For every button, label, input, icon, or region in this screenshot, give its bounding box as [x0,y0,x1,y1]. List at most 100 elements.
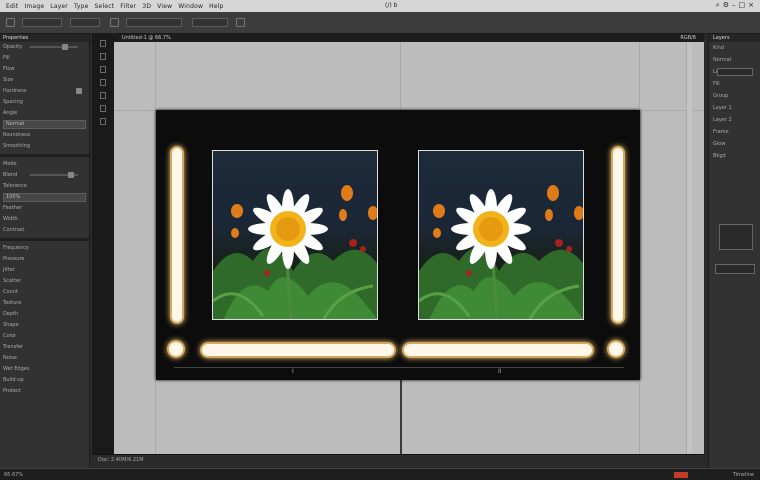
prop-row[interactable]: Flow [0,64,89,75]
document-canvas-area[interactable]: Untitled-1 @ 66.7% RGB/8 I II [114,34,704,454]
settings-icon[interactable]: ⚙ [723,1,729,10]
guide-line[interactable] [400,42,401,112]
menu-filter[interactable]: Filter [120,3,136,10]
prop-row[interactable]: Smoothing [0,141,89,152]
artboard-baseline [174,367,624,368]
prop-row[interactable]: Pressure [0,254,89,265]
prop-row[interactable]: Count [0,287,89,298]
layer-label: Kind [713,45,725,51]
menu-select[interactable]: Select [95,3,115,10]
menu-bar: Edit Image Layer Type Select Filter 3D V… [0,0,760,12]
prop-label: Texture [3,300,22,306]
slider-knob[interactable] [76,88,82,94]
prop-row[interactable]: Shape [0,320,89,331]
maximize-icon[interactable]: □ [739,1,746,10]
layer-label: Layer 2 [713,117,732,123]
document-tab[interactable]: Untitled-1 @ 66.7% [122,34,171,42]
layer-row[interactable]: Layer 2 [709,114,760,126]
menu-layer[interactable]: Layer [50,3,68,10]
document-mode-label: RGB/8 [680,35,696,41]
layer-row[interactable]: Group [709,90,760,102]
menu-window[interactable]: Window [178,3,203,10]
daisy-photo-left[interactable] [212,150,378,320]
prop-label: Size [3,77,14,83]
artboard-tick: II [498,368,502,375]
zoom-tool-icon[interactable] [100,118,106,125]
layer-row[interactable]: Fill [709,78,760,90]
search-icon[interactable]: ⌕ [716,1,720,10]
status-bar: 66.67% Timeline [0,468,760,480]
menu-help[interactable]: Help [209,3,223,10]
menu-3d[interactable]: 3D [142,3,151,10]
option-toggle-icon[interactable] [110,18,119,27]
menu-view[interactable]: View [157,3,172,10]
prop-row[interactable]: Roundness [0,130,89,141]
options-field-4[interactable] [192,18,228,27]
prop-row[interactable]: Texture [0,298,89,309]
layer-row[interactable]: Glow [709,138,760,150]
prop-label: Noise [3,355,17,361]
layer-row[interactable]: Frame [709,126,760,138]
prop-row[interactable]: Color [0,331,89,342]
prop-row[interactable]: Size [0,75,89,86]
artboard[interactable]: I II [156,110,640,380]
prop-row[interactable]: Jitter [0,265,89,276]
prop-row[interactable]: Transfer [0,342,89,353]
prop-row[interactable]: Fill [0,53,89,64]
prop-row[interactable]: Wet Edges [0,364,89,375]
move-tool-icon[interactable] [100,40,106,47]
slider-knob[interactable] [62,44,68,50]
document-info-text: Doc: 2.40M/6.21M [98,457,144,463]
record-indicator-icon[interactable] [674,472,688,478]
vertical-scrollbar[interactable] [686,42,692,454]
prop-row[interactable]: Noise [0,353,89,364]
close-icon[interactable]: × [748,1,754,10]
prop-row[interactable]: Mode [0,159,89,170]
options-field-3[interactable] [126,18,182,27]
layer-preview-box[interactable] [719,224,753,250]
layer-row[interactable]: Kind [709,42,760,54]
layer-row[interactable]: Bkgd [709,150,760,162]
layer-row[interactable]: Layer 1 [709,102,760,114]
prop-row[interactable]: Opacity [0,42,89,53]
option-brush-icon[interactable] [236,18,245,27]
slider-track[interactable] [30,46,78,48]
prop-label: Smoothing [3,143,31,149]
marquee-tool-icon[interactable] [100,53,106,60]
layer-option-box[interactable] [715,264,755,274]
minimize-icon[interactable]: – [732,1,736,10]
eraser-tool-icon[interactable] [100,105,106,112]
slider-knob[interactable] [68,172,74,178]
prop-row[interactable]: Tolerance [0,181,89,192]
zoom-level[interactable]: 66.67% [4,469,23,480]
options-field-2[interactable] [70,18,100,27]
timeline-label[interactable]: Timeline [733,469,754,480]
layer-row[interactable]: Normal [709,54,760,66]
prop-row[interactable]: Width [0,214,89,225]
prop-row[interactable]: Build-up [0,375,89,386]
options-field-1[interactable] [22,18,62,27]
menu-edit[interactable]: Edit [6,3,18,10]
prop-row[interactable]: Angle [0,108,89,119]
tool-preset-icon[interactable] [6,18,15,27]
blend-mode-select[interactable]: Normal [3,120,86,129]
lasso-tool-icon[interactable] [100,66,106,73]
prop-row[interactable]: Frequency [0,243,89,254]
menu-type[interactable]: Type [74,3,89,10]
prop-row[interactable]: Feather [0,203,89,214]
prop-row[interactable]: Spacing [0,97,89,108]
prop-row[interactable]: Scatter [0,276,89,287]
document-tab-bar: Untitled-1 @ 66.7% RGB/8 [114,34,704,42]
brush-tool-icon[interactable] [100,92,106,99]
menu-image[interactable]: Image [24,3,44,10]
prop-row[interactable]: Hardness [0,86,89,97]
layer-thumb[interactable] [717,68,753,76]
prop-row[interactable]: Contrast [0,225,89,236]
prop-row[interactable]: Blend [0,170,89,181]
prop-row[interactable]: Protect [0,386,89,397]
daisy-photo-right[interactable] [418,150,584,320]
layer-row[interactable]: Lock [709,66,760,78]
crop-tool-icon[interactable] [100,79,106,86]
opacity-field[interactable]: 100% [3,193,86,202]
prop-row[interactable]: Depth [0,309,89,320]
